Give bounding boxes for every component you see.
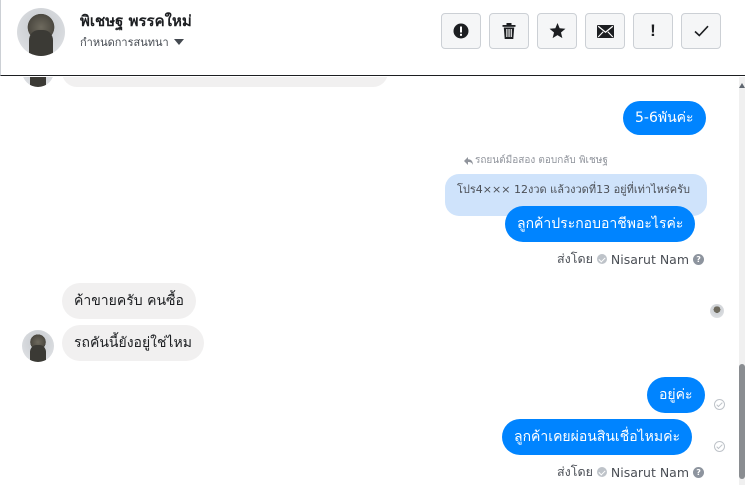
sent-by-indicator: ส่งโดย Nisarut Nam ?	[557, 462, 705, 482]
message-bubble-outgoing[interactable]: ลูกค้าเคยผ่อนสินเชื่อไหมค่ะ	[502, 419, 693, 455]
sent-by-indicator: ส่งโดย Nisarut Nam ?	[557, 249, 705, 269]
help-icon[interactable]: ?	[693, 466, 705, 478]
mark-unread-button[interactable]	[585, 13, 625, 49]
message-bubble-outgoing[interactable]: อยู่ค่ะ	[647, 377, 705, 413]
sender-name: Nisarut Nam	[610, 464, 690, 480]
message-bubble-outgoing[interactable]: 5-6พันค่ะ	[623, 101, 706, 135]
thread-scrollbar[interactable]	[739, 77, 745, 485]
help-icon[interactable]: ?	[693, 253, 705, 265]
message-thread[interactable]: 5-6พันค่ะ รถยนต์มือสอง ตอบกลับ พิเชษฐ โป…	[0, 77, 738, 485]
delivered-status-icon	[714, 399, 725, 410]
star-button[interactable]	[537, 13, 577, 49]
alert-circle-icon	[453, 23, 469, 39]
message-bubble-incoming[interactable]: รถคันนี้ยังอยู่ใช่ไหม	[62, 325, 204, 361]
exclamation-icon: !	[650, 21, 656, 40]
reply-indicator-label: รถยนต์มือสอง ตอบกลับ พิเชษฐ	[475, 155, 608, 166]
envelope-icon	[596, 24, 614, 38]
reply-indicator: รถยนต์มือสอง ตอบกลับ พิเชษฐ	[464, 153, 608, 168]
message-bubble-incoming-partial[interactable]	[62, 77, 388, 87]
contact-avatar-small	[22, 77, 54, 87]
sent-by-label: ส่งโดย	[557, 251, 593, 266]
conversation-header: พิเชษฐ พรรคใหม่ กำหนดการสนทนา !	[0, 0, 745, 76]
contact-avatar-small[interactable]	[22, 330, 54, 362]
message-bubble-incoming[interactable]: ค้าขายครับ คนซื้อ	[62, 283, 196, 319]
seen-by-avatar	[710, 304, 724, 318]
verified-check-icon	[596, 254, 607, 264]
caret-down-icon	[173, 39, 184, 45]
star-icon	[549, 23, 565, 39]
verified-check-icon	[596, 467, 607, 477]
message-bubble-outgoing[interactable]: ลูกค้าประกอบอาชีพอะไรค่ะ	[505, 206, 696, 242]
mark-done-button[interactable]	[681, 13, 721, 49]
delivered-status-icon	[714, 441, 725, 452]
sent-by-label: ส่งโดย	[557, 464, 593, 479]
conversation-toolbar: !	[441, 13, 721, 49]
delete-button[interactable]	[489, 13, 529, 49]
follow-up-button[interactable]: !	[633, 13, 673, 49]
contact-avatar[interactable]	[17, 8, 65, 56]
checkmark-icon	[693, 25, 709, 37]
conversation-settings-dropdown[interactable]: กำหนดการสนทนา	[80, 33, 184, 51]
conversation-settings-label: กำหนดการสนทนา	[80, 36, 169, 49]
trash-icon	[502, 23, 516, 39]
scrollbar-thumb[interactable]	[739, 364, 745, 479]
reply-arrow-icon	[464, 156, 473, 165]
contact-name[interactable]: พิเชษฐ พรรคใหม่	[80, 9, 192, 33]
mark-spam-button[interactable]	[441, 13, 481, 49]
sender-name: Nisarut Nam	[610, 251, 690, 267]
scroll-up-arrow-icon[interactable]	[739, 83, 745, 88]
